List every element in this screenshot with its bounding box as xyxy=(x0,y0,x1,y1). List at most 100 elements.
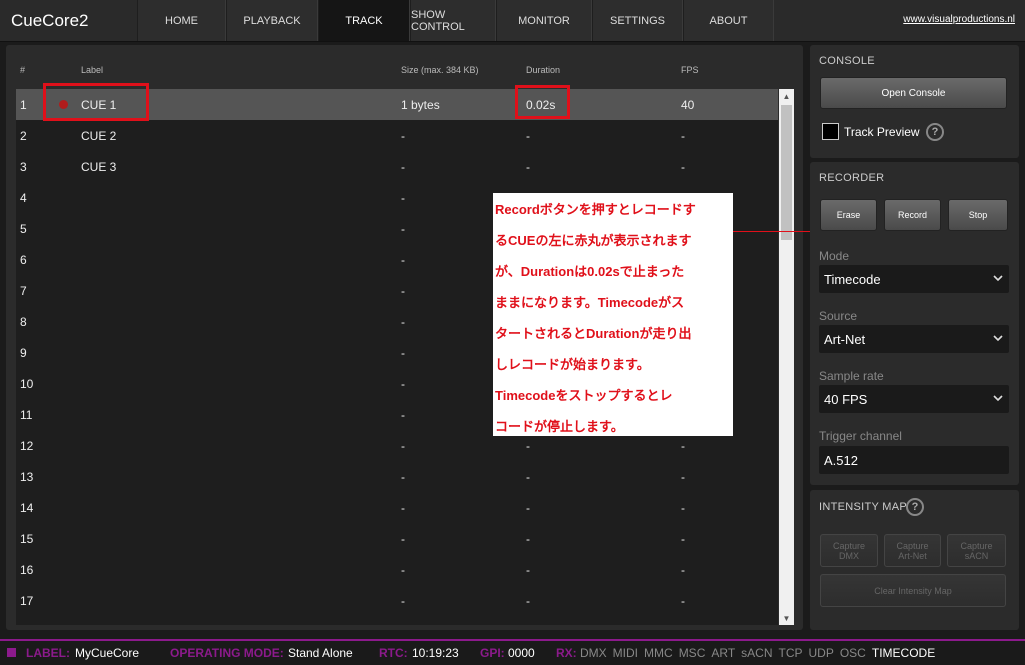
row-size: 1 bytes xyxy=(401,97,440,112)
status-rx-key: RX: xyxy=(556,646,577,660)
table-row[interactable]: 16 - - - xyxy=(16,554,778,585)
tab-track[interactable]: TRACK xyxy=(318,0,410,41)
row-label[interactable]: CUE 3 xyxy=(81,160,116,174)
row-number: 17 xyxy=(20,593,34,608)
capture-sacn-button[interactable]: Capture sACN xyxy=(947,534,1006,567)
record-button[interactable]: Record xyxy=(884,199,941,231)
row-size: - xyxy=(401,438,405,453)
row-size: - xyxy=(401,252,405,267)
recorder-title: RECORDER xyxy=(819,172,885,184)
rx-indicator: MIDI xyxy=(612,646,639,660)
stop-button[interactable]: Stop xyxy=(948,199,1008,231)
row-duration: - xyxy=(526,562,530,577)
scroll-up-arrow-icon[interactable]: ▲ xyxy=(779,89,794,103)
help-icon[interactable]: ? xyxy=(926,123,944,141)
row-number: 1 xyxy=(20,97,27,112)
track-preview-label: Track Preview xyxy=(844,125,920,139)
source-select[interactable]: Art-Net xyxy=(819,325,1009,353)
header-label: Label xyxy=(81,65,104,75)
console-panel: CONSOLE Open Console Track Preview ? xyxy=(810,45,1019,158)
annotation-line: コードが停止します。 xyxy=(495,419,624,434)
rx-indicator: sACN xyxy=(741,646,773,660)
status-indicator xyxy=(7,648,16,657)
row-label[interactable]: CUE 1 xyxy=(81,98,116,112)
header-duration: Duration xyxy=(526,65,561,75)
tab-show-control[interactable]: SHOW CONTROL xyxy=(410,0,496,41)
app-title: CueCore2 xyxy=(11,11,89,30)
row-fps: - xyxy=(681,159,685,174)
table-row[interactable]: 17 - - - xyxy=(16,585,778,616)
header-size: Size (max. 384 KB) xyxy=(401,65,479,75)
mode-label: Mode xyxy=(819,249,850,263)
erase-button[interactable]: Erase xyxy=(820,199,877,231)
row-size: - xyxy=(401,221,405,236)
row-size: - xyxy=(401,500,405,515)
row-size: - xyxy=(401,531,405,546)
annotation-line: ままになります。Timecodeがス xyxy=(495,295,685,310)
capture-dmx-button[interactable]: Capture DMX xyxy=(820,534,878,567)
row-number: 9 xyxy=(20,345,27,360)
table-row[interactable]: 15 - - - xyxy=(16,523,778,554)
rx-indicator-active: TIMECODE xyxy=(871,646,936,660)
row-duration: - xyxy=(526,469,530,484)
header-num: # xyxy=(20,65,26,75)
table-header: # Label Size (max. 384 KB) Duration FPS xyxy=(6,65,803,83)
rx-indicator: DMX xyxy=(580,646,607,660)
capture-artnet-button[interactable]: Capture Art-Net xyxy=(884,534,941,567)
status-gpi-value: 0000 xyxy=(508,646,535,660)
row-size: - xyxy=(401,314,405,329)
row-number: 12 xyxy=(20,438,34,453)
table-row[interactable]: 3 CUE 3 - - - xyxy=(16,151,778,182)
sample-rate-select[interactable]: 40 FPS xyxy=(819,385,1009,413)
row-number: 15 xyxy=(20,531,34,546)
table-row[interactable]: 1 CUE 1 1 bytes 0.02s 40 xyxy=(16,89,778,120)
row-number: 3 xyxy=(20,159,27,174)
status-gpi-key: GPI: xyxy=(480,646,505,660)
row-fps: - xyxy=(681,469,685,484)
row-size: - xyxy=(401,345,405,360)
row-fps: - xyxy=(681,500,685,515)
trigger-channel-input[interactable]: A.512 xyxy=(819,446,1009,474)
rx-indicator: ART xyxy=(711,646,736,660)
status-rtc-value: 10:19:23 xyxy=(412,646,459,660)
tab-monitor[interactable]: MONITOR xyxy=(496,0,592,41)
help-icon[interactable]: ? xyxy=(906,498,924,516)
track-preview-checkbox[interactable] xyxy=(822,123,839,140)
row-number: 13 xyxy=(20,469,34,484)
mode-select[interactable]: Timecode xyxy=(819,265,1009,293)
chevron-down-icon xyxy=(993,335,1003,342)
console-title: CONSOLE xyxy=(819,55,875,67)
row-size: - xyxy=(401,159,405,174)
scroll-thumb[interactable] xyxy=(781,105,792,240)
row-fps: - xyxy=(681,562,685,577)
tab-home[interactable]: HOME xyxy=(137,0,226,41)
table-row[interactable]: 13 - - - xyxy=(16,461,778,492)
tab-playback[interactable]: PLAYBACK xyxy=(226,0,318,41)
row-duration: - xyxy=(526,531,530,546)
row-fps: - xyxy=(681,531,685,546)
row-fps: 40 xyxy=(681,97,695,112)
nav-tabs: HOME PLAYBACK TRACK SHOW CONTROL MONITOR… xyxy=(137,0,774,41)
website-link[interactable]: www.visualproductions.nl xyxy=(903,14,1015,25)
open-console-button[interactable]: Open Console xyxy=(820,77,1007,109)
annotation-line: が、Durationは0.02sで止まった xyxy=(495,264,685,279)
row-number: 10 xyxy=(20,376,34,391)
source-value: Art-Net xyxy=(824,331,866,347)
row-duration: - xyxy=(526,500,530,515)
tab-settings[interactable]: SETTINGS xyxy=(592,0,683,41)
scroll-down-arrow-icon[interactable]: ▼ xyxy=(779,611,794,625)
scrollbar[interactable]: ▲ ▼ xyxy=(779,89,794,625)
table-row[interactable]: 14 - - - xyxy=(16,492,778,523)
row-number: 5 xyxy=(20,221,27,236)
clear-intensity-map-button[interactable]: Clear Intensity Map xyxy=(820,574,1006,607)
intensity-map-panel: INTENSITY MAP ? Capture DMX Capture Art-… xyxy=(810,490,1019,630)
row-label[interactable]: CUE 2 xyxy=(81,129,116,143)
sample-rate-value: 40 FPS xyxy=(824,391,868,407)
chevron-down-icon xyxy=(993,395,1003,402)
row-size: - xyxy=(401,469,405,484)
tab-about[interactable]: ABOUT xyxy=(683,0,774,41)
status-rtc-key: RTC: xyxy=(379,646,408,660)
table-row[interactable]: 2 CUE 2 - - - xyxy=(16,120,778,151)
source-label: Source xyxy=(819,309,858,323)
rx-indicator: OSC xyxy=(839,646,866,660)
